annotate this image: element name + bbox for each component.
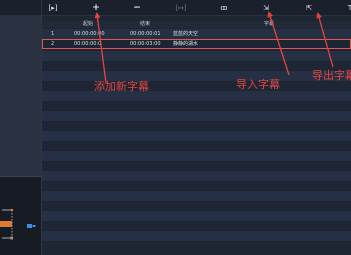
column-subtitle[interactable]: 字幕 (264, 21, 274, 28)
table-row[interactable] (42, 241, 351, 251)
table-row[interactable] (42, 61, 351, 71)
export-subtitle-icon[interactable]: ⇱ (304, 3, 314, 13)
row-start-time[interactable]: 00:00:00:0 (74, 39, 101, 49)
table-row[interactable] (42, 71, 351, 81)
table-row[interactable] (42, 131, 351, 141)
table-row[interactable] (42, 91, 351, 101)
table-row[interactable] (42, 201, 351, 211)
preview-toolbar (0, 0, 41, 15)
table-row[interactable] (42, 101, 351, 111)
row-start-time[interactable]: 00:00:00:00 (74, 29, 105, 39)
table-row[interactable] (42, 231, 351, 241)
table-row[interactable] (42, 51, 351, 61)
subtitle-table: 1 00:00:00:00 00:00:00:01 蓝蓝的天空 2 00:00:… (42, 29, 351, 255)
preview-panel: 0 (0, 0, 42, 255)
subtitle-track-icon[interactable] (27, 223, 36, 229)
import-subtitle-icon[interactable]: ⇲ (261, 3, 271, 13)
table-row[interactable] (42, 81, 351, 91)
table-row[interactable] (42, 121, 351, 131)
row-end-time[interactable]: 00:00:00:01 (130, 29, 161, 39)
table-row[interactable]: 1 00:00:00:00 00:00:00:01 蓝蓝的天空 (42, 29, 351, 39)
row-index: 2 (51, 41, 55, 47)
link-icon[interactable]: ꝏ (219, 3, 229, 13)
subtitle-table-header: 起始 结束 字幕 (42, 21, 351, 28)
row-subtitle-text[interactable]: 静静的湖水 (173, 39, 198, 49)
row-index: 1 (51, 31, 55, 37)
annotation-add-label: 添加新字幕 (94, 80, 149, 93)
video-preview[interactable] (0, 15, 41, 176)
table-row[interactable] (42, 161, 351, 171)
column-start[interactable]: 起始 (83, 21, 93, 28)
split-subtitle-icon[interactable]: [↦] (174, 3, 188, 13)
table-row[interactable] (42, 141, 351, 151)
table-row[interactable] (42, 111, 351, 121)
remove-subtitle-icon[interactable]: − (132, 3, 142, 13)
annotation-export-label: 导出字幕 (312, 69, 351, 82)
row-end-time[interactable]: 00:00:03:00 (130, 39, 161, 49)
timeline-number: 0 (10, 236, 14, 242)
table-row[interactable] (42, 181, 351, 191)
table-row[interactable] (42, 211, 351, 221)
row-subtitle-text[interactable]: 蓝蓝的天空 (173, 29, 198, 39)
annotation-import-label: 导入字幕 (236, 78, 280, 91)
table-row[interactable] (42, 171, 351, 181)
text-format-icon[interactable]: T (345, 3, 351, 13)
add-subtitle-icon[interactable]: + (91, 3, 101, 13)
table-row[interactable] (42, 191, 351, 201)
subtitle-toolbar: [▸] + − [↦] ꝏ ⇲ ⇱ T (42, 0, 351, 16)
table-row-selected[interactable]: 2 00:00:00:0 00:00:03:00 静静的湖水 (42, 39, 351, 49)
subtitle-editor: 0 [▸] + − [↦] ꝏ ⇲ ⇱ T 起始 结束 字幕 1 00:00:0… (0, 0, 351, 255)
fit-timeline-icon[interactable]: [▸] (46, 3, 60, 13)
table-row[interactable] (42, 151, 351, 161)
column-end[interactable]: 结束 (140, 21, 150, 28)
table-row[interactable] (42, 221, 351, 231)
